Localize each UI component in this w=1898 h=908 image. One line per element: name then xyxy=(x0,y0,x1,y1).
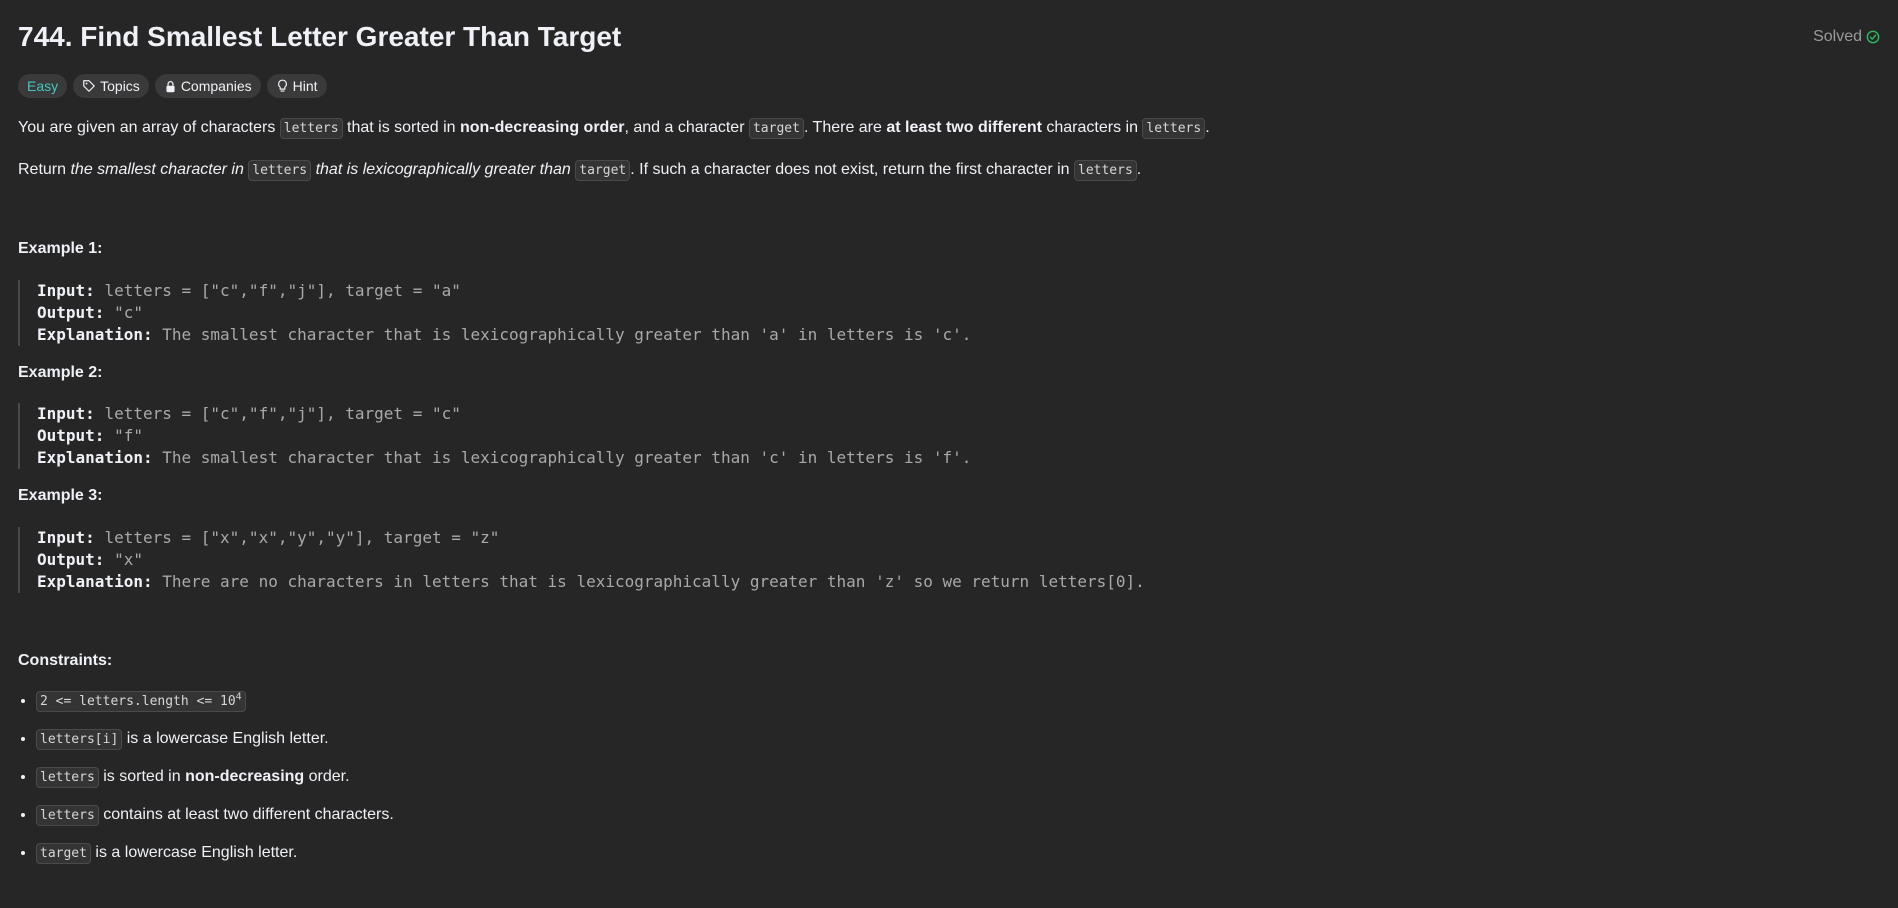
constraint-text: contains at least two different characte… xyxy=(98,806,394,823)
description-text: . xyxy=(1205,119,1210,136)
title-row: 744. Find Smallest Letter Greater Than T… xyxy=(18,20,1880,54)
description-text: characters in xyxy=(1041,119,1143,136)
example-input: letters = ["x","x","y","y"], target = "z… xyxy=(104,528,500,547)
tag-bar: Easy Topics Companies Hint xyxy=(18,74,327,98)
example-input: letters = ["c","f","j"], target = "c" xyxy=(104,404,461,423)
example-output: "x" xyxy=(114,550,143,569)
constraint-text: is a lowercase English letter. xyxy=(90,844,298,861)
difficulty-label: Easy xyxy=(27,78,59,94)
constraint-bold: non-decreasing xyxy=(185,768,305,785)
explanation-label: Explanation: xyxy=(37,325,153,344)
constraint-item: target is a lowercase English letter. xyxy=(36,842,394,864)
constraint-item: letters is sorted in non-decreasing orde… xyxy=(36,766,394,788)
description-text: . xyxy=(1136,161,1142,178)
description-text: , and a character xyxy=(624,119,749,136)
constraint-text: is sorted in xyxy=(98,768,186,785)
example-2-block: Input: letters = ["c","f","j"], target =… xyxy=(18,403,971,469)
problem-title[interactable]: 744. Find Smallest Letter Greater Than T… xyxy=(18,20,621,54)
description-text: . There are xyxy=(803,119,887,136)
example-1-block: Input: letters = ["c","f","j"], target =… xyxy=(18,280,971,346)
description-text: You are given an array of characters xyxy=(18,119,280,136)
difficulty-badge[interactable]: Easy xyxy=(18,74,68,98)
output-label: Output: xyxy=(37,303,105,322)
example-explanation: The smallest character that is lexicogra… xyxy=(162,325,972,344)
inline-code: letters xyxy=(1074,160,1137,181)
hint-label: Hint xyxy=(292,78,318,94)
explanation-label: Explanation: xyxy=(37,572,153,591)
companies-label: Companies xyxy=(180,78,252,94)
inline-code: letters xyxy=(248,160,312,181)
companies-button[interactable]: Companies xyxy=(154,74,261,98)
example-3-title: Example 3: xyxy=(18,487,103,504)
constraints-title: Constraints: xyxy=(18,652,113,669)
check-circle-icon xyxy=(1866,30,1880,44)
description-bold: non-decreasing order xyxy=(459,119,625,136)
description-italic: the smallest character in xyxy=(70,161,249,178)
topics-button[interactable]: Topics xyxy=(73,74,149,98)
inline-code: 2 <= letters.length <= 104 xyxy=(36,691,246,712)
inline-code: letters xyxy=(279,118,343,139)
example-1-title: Example 1: xyxy=(18,240,103,257)
inline-code: letters xyxy=(36,805,99,826)
constraint-item: letters contains at least two different … xyxy=(36,804,394,826)
example-explanation: The smallest character that is lexicogra… xyxy=(162,448,972,467)
constraint-exponent: 4 xyxy=(235,691,242,703)
constraint-text: order. xyxy=(304,768,350,785)
inline-code: target xyxy=(36,843,91,864)
example-3-block: Input: letters = ["x","x","y","y"], targ… xyxy=(18,527,1145,593)
description-bold: at least two different xyxy=(886,119,1042,136)
constraints-list: 2 <= letters.length <= 104 letters[i] is… xyxy=(18,690,394,880)
constraint-item: letters[i] is a lowercase English letter… xyxy=(36,728,394,750)
topics-label: Topics xyxy=(100,78,140,94)
example-explanation: There are no characters in letters that … xyxy=(162,572,1145,591)
solved-label: Solved xyxy=(1813,28,1862,45)
inline-code: letters xyxy=(1142,118,1206,139)
example-2-title: Example 2: xyxy=(18,364,103,381)
example-output: "c" xyxy=(114,303,143,322)
input-label: Input: xyxy=(37,528,95,547)
input-label: Input: xyxy=(37,404,95,423)
solved-status: Solved xyxy=(1813,28,1880,46)
hint-button[interactable]: Hint xyxy=(266,74,327,98)
lightbulb-icon xyxy=(276,79,289,93)
tag-icon xyxy=(82,79,96,93)
output-label: Output: xyxy=(37,550,105,569)
example-input: letters = ["c","f","j"], target = "a" xyxy=(104,281,461,300)
problem-description-panel: 744. Find Smallest Letter Greater Than T… xyxy=(0,0,1898,908)
constraint-text: is a lowercase English letter. xyxy=(122,730,329,747)
description-text: Return xyxy=(18,161,71,178)
description-paragraph-1: You are given an array of characters let… xyxy=(18,117,1210,140)
example-output: "f" xyxy=(114,426,143,445)
description-paragraph-2: Return the smallest character in letters… xyxy=(18,159,1141,182)
inline-code: letters xyxy=(36,767,99,788)
constraint-code: 2 <= letters.length <= 10 xyxy=(40,694,236,709)
explanation-label: Explanation: xyxy=(37,448,153,467)
description-text: that is sorted in xyxy=(342,119,460,136)
output-label: Output: xyxy=(37,426,105,445)
inline-code: target xyxy=(748,118,804,139)
inline-code: letters[i] xyxy=(36,729,123,750)
description-text: . If such a character does not exist, re… xyxy=(630,161,1074,178)
lock-icon xyxy=(164,80,177,93)
description-italic: that is lexicographically greater than xyxy=(311,161,576,178)
constraint-item: 2 <= letters.length <= 104 xyxy=(36,690,394,712)
inline-code: target xyxy=(575,160,631,181)
input-label: Input: xyxy=(37,281,95,300)
